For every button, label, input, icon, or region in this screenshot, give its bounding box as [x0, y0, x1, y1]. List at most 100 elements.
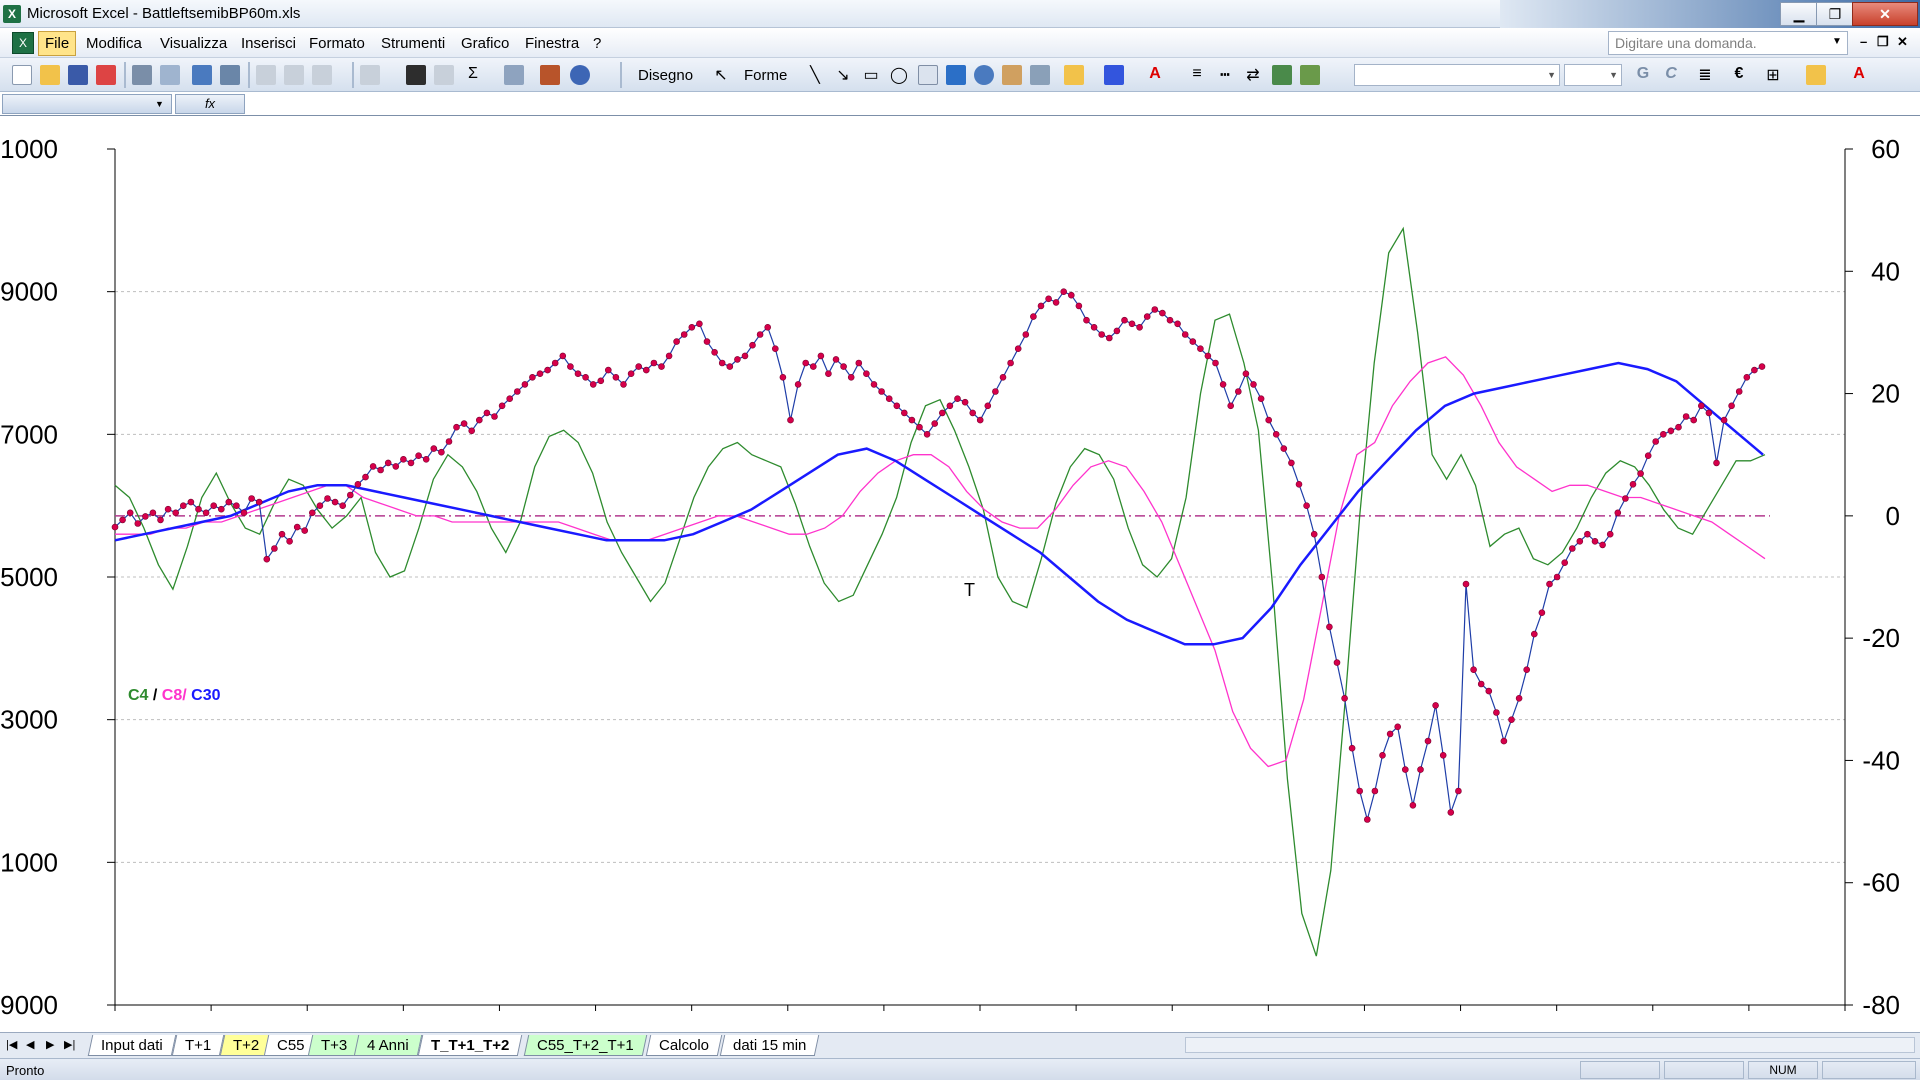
sheet-tab-label: C55_T+2_T+1: [537, 1037, 634, 1054]
data-point: [400, 455, 407, 463]
print-preview-icon[interactable]: [160, 65, 180, 85]
data-point: [1303, 502, 1310, 510]
font-color-icon[interactable]: A: [1144, 65, 1166, 83]
diagram-icon[interactable]: [974, 65, 994, 85]
cell-font-color-icon[interactable]: A: [1848, 65, 1870, 83]
sheet-tab-1[interactable]: T+1: [171, 1035, 225, 1056]
help-question-input[interactable]: Digitare una domanda.: [1608, 31, 1848, 55]
minimize-button[interactable]: ▁: [1780, 2, 1818, 26]
data-point: [1159, 309, 1166, 317]
research-icon[interactable]: [220, 65, 240, 85]
chart-plot[interactable]: 41000 39000 37000 35000 33000 31000 29000 60 40 2…: [0, 116, 1920, 1032]
align-center-icon[interactable]: ≣: [1694, 65, 1716, 85]
next-sheet-icon[interactable]: ▶: [46, 1038, 54, 1051]
shapes-menu-button[interactable]: Forme: [744, 67, 787, 84]
menu-inserisci[interactable]: Inserisci: [241, 35, 296, 52]
dash-style-icon[interactable]: ┅: [1214, 65, 1236, 85]
data-point: [642, 366, 650, 374]
menu-grafico[interactable]: Grafico: [461, 35, 509, 52]
insert-picture-icon[interactable]: [1030, 65, 1050, 85]
menu-strumenti[interactable]: Strumenti: [381, 35, 445, 52]
y2-tick-label: -80: [1862, 990, 1900, 1020]
data-point: [931, 420, 939, 427]
data-point: [453, 423, 460, 431]
clipart-icon[interactable]: [1002, 65, 1022, 85]
workbook-restore-icon[interactable]: ❐: [1877, 34, 1889, 50]
font-name-combo[interactable]: ▼: [1354, 64, 1560, 86]
sheet-tab-0[interactable]: Input dati: [87, 1035, 176, 1056]
excel-app-icon[interactable]: X: [3, 5, 21, 23]
series-line-C8: [115, 356, 1766, 768]
print-icon[interactable]: [132, 65, 152, 85]
new-file-icon[interactable]: [12, 65, 32, 85]
help-icon[interactable]: [570, 65, 590, 85]
last-sheet-icon[interactable]: ▶|: [64, 1038, 75, 1051]
autosum-box-icon[interactable]: [434, 65, 454, 85]
menu-file[interactable]: File: [38, 31, 77, 56]
menu-help[interactable]: ?: [593, 35, 601, 52]
spelling-icon[interactable]: [192, 65, 212, 85]
line-icon[interactable]: ╲: [804, 65, 826, 85]
chart-area[interactable]: 41000 39000 37000 35000 33000 31000 29000 60 40 2…: [0, 116, 1920, 1032]
arrow-style-icon[interactable]: ⇄: [1242, 65, 1264, 85]
autosum-icon[interactable]: Σ: [462, 65, 484, 83]
save-icon[interactable]: [68, 65, 88, 85]
currency-button[interactable]: €: [1728, 65, 1750, 83]
name-box-dropdown-icon[interactable]: ▼: [155, 99, 164, 109]
sort-icon[interactable]: [504, 65, 524, 85]
insert-function-button[interactable]: fx: [175, 94, 245, 114]
data-point: [1265, 416, 1272, 424]
sheet-tab-8[interactable]: Calcolo: [645, 1035, 723, 1056]
borders-icon[interactable]: ⊞: [1762, 65, 1784, 85]
cut-icon[interactable]: [256, 65, 276, 85]
maximize-button[interactable]: ❐: [1816, 2, 1854, 26]
fill-color-icon[interactable]: [1064, 65, 1084, 85]
wordart-icon[interactable]: [946, 65, 966, 85]
paste-icon[interactable]: [312, 65, 332, 85]
line-color-icon[interactable]: [1104, 65, 1124, 85]
sheet-tab-9[interactable]: dati 15 min: [719, 1035, 820, 1056]
data-point: [316, 502, 324, 510]
oval-icon[interactable]: ◯: [888, 65, 910, 85]
sheet-tab-7[interactable]: C55_T+2_T+1: [523, 1035, 647, 1056]
italic-button[interactable]: C: [1660, 65, 1682, 83]
name-box[interactable]: ▼: [2, 94, 172, 114]
data-point: [1584, 530, 1591, 538]
data-point: [1106, 334, 1113, 342]
undo-icon[interactable]: [360, 65, 380, 85]
copy-icon[interactable]: [284, 65, 304, 85]
open-folder-icon[interactable]: [40, 65, 60, 85]
sheet-tab-4[interactable]: T+3: [307, 1035, 361, 1056]
cell-fill-color-icon[interactable]: [1806, 65, 1826, 85]
workbook-icon[interactable]: X: [12, 32, 34, 54]
text-box-icon[interactable]: [918, 65, 938, 85]
menu-visualizza[interactable]: Visualizza: [160, 35, 227, 52]
sheet-tab-5[interactable]: 4 Anni: [353, 1035, 422, 1056]
first-sheet-icon[interactable]: |◀: [6, 1038, 17, 1051]
shadow-style-icon[interactable]: [1272, 65, 1292, 85]
data-point: [180, 502, 187, 510]
draw-menu-button[interactable]: Disegno: [638, 67, 693, 84]
horizontal-scrollbar[interactable]: [1185, 1037, 1915, 1053]
menu-finestra[interactable]: Finestra: [525, 35, 579, 52]
prev-sheet-icon[interactable]: ◀: [26, 1038, 34, 1051]
workbook-close-icon[interactable]: ✕: [1897, 34, 1908, 50]
select-pointer-icon[interactable]: ↖: [710, 65, 732, 85]
data-point: [1660, 430, 1667, 438]
sheet-tab-label: T+2: [233, 1037, 260, 1054]
sheet-tab-6[interactable]: T_T+1_T+2: [417, 1035, 523, 1056]
line-style-icon[interactable]: ≡: [1186, 65, 1208, 83]
menu-modifica[interactable]: Modifica: [86, 35, 142, 52]
chart-wizard-icon[interactable]: [540, 65, 560, 85]
workbook-minimize-icon[interactable]: –: [1860, 34, 1867, 49]
insert-hyperlink-icon[interactable]: [406, 65, 426, 85]
menu-formato[interactable]: Formato: [309, 35, 365, 52]
3d-style-icon[interactable]: [1300, 65, 1320, 85]
rectangle-icon[interactable]: ▭: [860, 65, 882, 85]
arrow-icon[interactable]: ↘: [832, 65, 854, 85]
permission-icon[interactable]: [96, 65, 116, 85]
font-size-combo[interactable]: ▼: [1564, 64, 1622, 86]
close-button[interactable]: ✕: [1852, 2, 1918, 26]
bold-button[interactable]: G: [1632, 65, 1654, 83]
help-dropdown-icon[interactable]: ▼: [1832, 36, 1842, 47]
